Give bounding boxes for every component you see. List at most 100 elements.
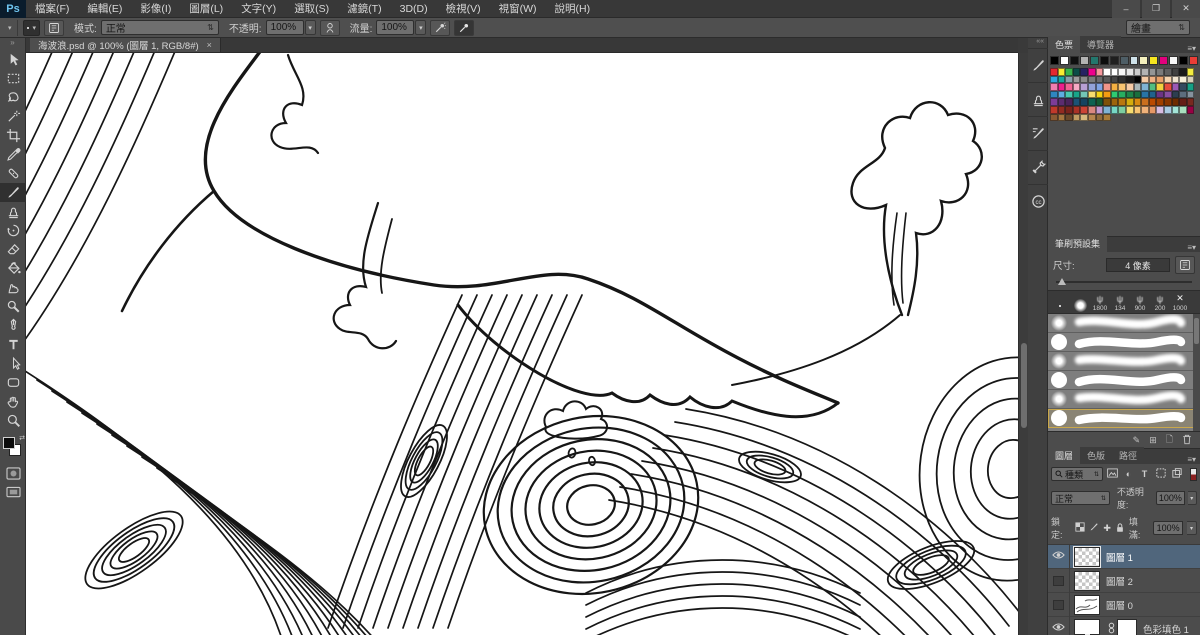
recent-swatch-14[interactable] <box>1179 56 1188 65</box>
swatch-r2-c11[interactable] <box>1126 76 1134 84</box>
swatch-r5-c11[interactable] <box>1126 98 1134 106</box>
brush-preset-row-1[interactable] <box>1048 314 1200 333</box>
blend-mode-select[interactable]: 正常⇅ <box>101 20 219 35</box>
lock-transparency-icon[interactable] <box>1075 522 1085 534</box>
swatch-r3-c17[interactable] <box>1172 83 1180 91</box>
swatch-r7-c3[interactable] <box>1065 114 1073 122</box>
swatch-r1-c16[interactable] <box>1164 68 1172 76</box>
swatch-r6-c12[interactable] <box>1134 106 1142 114</box>
recent-swatch-3[interactable] <box>1070 56 1079 65</box>
swatch-r7-c4[interactable] <box>1073 114 1081 122</box>
menu-item-5[interactable]: 文字(Y) <box>232 0 285 18</box>
recent-swatch-2[interactable] <box>1060 56 1069 65</box>
swatch-r2-c1[interactable] <box>1050 76 1058 84</box>
type-tool-icon[interactable] <box>0 335 26 354</box>
slider-knob[interactable] <box>1058 278 1066 285</box>
visibility-toggle[interactable] <box>1048 569 1070 593</box>
swatch-r3-c2[interactable] <box>1058 83 1066 91</box>
toggle-brush-panel-button[interactable] <box>44 20 64 36</box>
swatch-r6-c9[interactable] <box>1111 106 1119 114</box>
layer-row-4[interactable]: 色彩填色 1 <box>1048 617 1200 635</box>
swatch-r5-c19[interactable] <box>1187 98 1195 106</box>
brush-size-slider[interactable] <box>1056 277 1192 287</box>
tab-close-icon[interactable]: × <box>207 40 212 50</box>
swatch-r3-c14[interactable] <box>1149 83 1157 91</box>
brush-tip-4[interactable]: ψ134 <box>1110 292 1130 312</box>
recent-swatch-12[interactable] <box>1159 56 1168 65</box>
lock-all-icon[interactable] <box>1115 522 1125 535</box>
tab-channels[interactable]: 色版 <box>1080 447 1112 464</box>
tab-layers[interactable]: 圖層 <box>1048 447 1080 464</box>
swatch-r4-c2[interactable] <box>1058 91 1066 99</box>
swatch-r7-c5[interactable] <box>1080 114 1088 122</box>
recent-swatch-4[interactable] <box>1080 56 1089 65</box>
swatch-r4-c14[interactable] <box>1149 91 1157 99</box>
swatch-r3-c12[interactable] <box>1134 83 1142 91</box>
swatch-r5-c12[interactable] <box>1134 98 1142 106</box>
stamp-tool-icon[interactable] <box>0 202 26 221</box>
swatch-r1-c3[interactable] <box>1065 68 1073 76</box>
swatch-r6-c7[interactable] <box>1096 106 1104 114</box>
swatch-r3-c6[interactable] <box>1088 83 1096 91</box>
layer-opacity-value[interactable]: 100% <box>1156 491 1184 505</box>
visibility-toggle[interactable] <box>1048 545 1070 569</box>
lock-position-icon[interactable]: ✚ <box>1103 523 1111 534</box>
new-brush-icon[interactable]: 🗋 <box>1166 432 1173 448</box>
swatch-r4-c6[interactable] <box>1088 91 1096 99</box>
workspace-switcher[interactable]: 繪畫⇅ <box>1126 20 1190 35</box>
swatch-r1-c7[interactable] <box>1096 68 1104 76</box>
menu-item-10[interactable]: 視窗(W) <box>490 0 546 18</box>
swatch-r5-c2[interactable] <box>1058 98 1066 106</box>
dock-collapse-icon[interactable]: «« <box>1028 38 1047 48</box>
eyedropper-tool-icon[interactable] <box>0 145 26 164</box>
swatch-r3-c1[interactable] <box>1050 83 1058 91</box>
swatch-r5-c5[interactable] <box>1080 98 1088 106</box>
swatch-r4-c1[interactable] <box>1050 91 1058 99</box>
menu-item-3[interactable]: 影像(I) <box>131 0 180 18</box>
panel-menu-icon[interactable]: ≡▾ <box>1187 44 1200 53</box>
swatch-r2-c5[interactable] <box>1080 76 1088 84</box>
caret-icon[interactable]: ▾ <box>1188 491 1197 505</box>
menu-item-1[interactable]: 檔案(F) <box>26 0 78 18</box>
swatch-r6-c1[interactable] <box>1050 106 1058 114</box>
toolbar-collapse-icon[interactable]: » <box>0 38 25 50</box>
brush-size-field[interactable]: 4 像素 <box>1106 258 1170 272</box>
swatch-r4-c9[interactable] <box>1111 91 1119 99</box>
swatch-r2-c4[interactable] <box>1073 76 1081 84</box>
swatch-r5-c16[interactable] <box>1164 98 1172 106</box>
brush-tool-icon[interactable] <box>0 183 26 202</box>
recent-swatch-13[interactable] <box>1169 56 1178 65</box>
swatch-r7-c1[interactable] <box>1050 114 1058 122</box>
panel-menu-icon[interactable]: ≡▾ <box>1187 455 1200 464</box>
swatch-r7-c7[interactable] <box>1096 114 1104 122</box>
swatch-r3-c9[interactable] <box>1111 83 1119 91</box>
swatch-r4-c10[interactable] <box>1118 91 1126 99</box>
layer-row-1[interactable]: 圖層 1 <box>1048 545 1200 569</box>
minimize-button[interactable]: – <box>1112 0 1140 18</box>
brush-preset-picker[interactable]: ▾ <box>23 20 41 36</box>
foreground-color-swatch[interactable] <box>3 437 15 449</box>
heal-tool-icon[interactable] <box>0 164 26 183</box>
swatch-r1-c6[interactable] <box>1088 68 1096 76</box>
pen-tool-icon[interactable] <box>0 316 26 335</box>
swatch-r4-c19[interactable] <box>1187 91 1195 99</box>
swatch-r6-c18[interactable] <box>1179 106 1187 114</box>
tool-presets-icon[interactable] <box>1028 116 1048 150</box>
swatch-r6-c11[interactable] <box>1126 106 1134 114</box>
layer-blend-mode-select[interactable]: 正常⇅ <box>1051 491 1110 505</box>
recent-swatch-6[interactable] <box>1100 56 1109 65</box>
swatch-r1-c19[interactable] <box>1187 68 1195 76</box>
swatch-r2-c18[interactable] <box>1179 76 1187 84</box>
tab-paths[interactable]: 路徑 <box>1112 447 1144 464</box>
toggle-brush-panel-icon[interactable] <box>1175 256 1195 274</box>
layer-fill-value[interactable]: 100% <box>1153 521 1183 535</box>
brush-preset-row-5[interactable] <box>1048 390 1200 409</box>
swatch-r6-c19[interactable] <box>1187 106 1195 114</box>
flow-value[interactable]: 100% <box>376 20 414 35</box>
tab-brush-presets[interactable]: 筆刷預設集 <box>1048 235 1107 252</box>
swatch-r1-c5[interactable] <box>1080 68 1088 76</box>
menu-item-8[interactable]: 3D(D) <box>391 0 437 18</box>
swatch-r2-c9[interactable] <box>1111 76 1119 84</box>
swatch-r1-c2[interactable] <box>1058 68 1066 76</box>
brush-tip-5[interactable]: ψ900 <box>1130 292 1150 312</box>
